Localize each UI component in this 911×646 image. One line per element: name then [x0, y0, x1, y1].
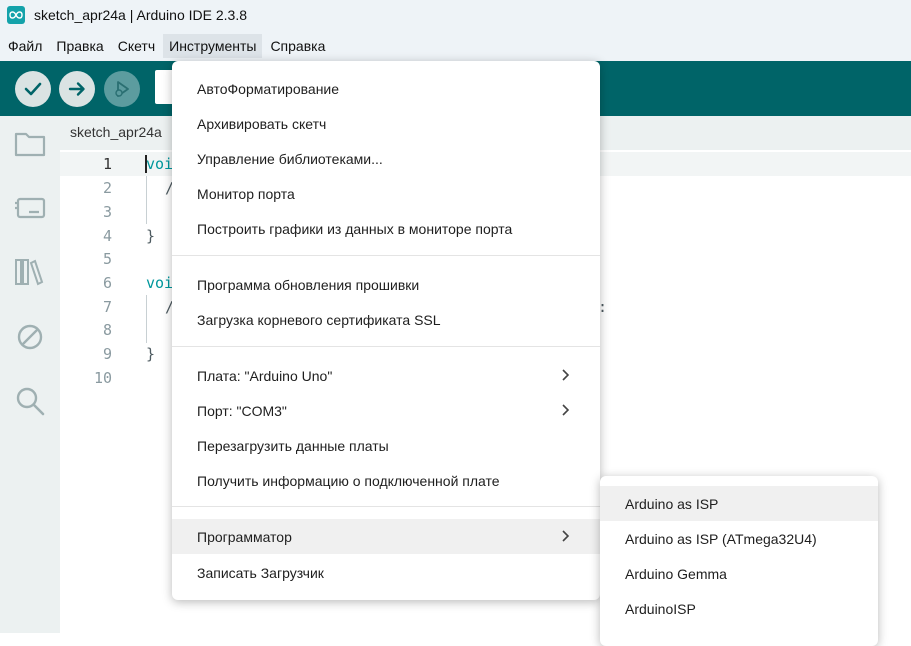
line-number: 10 — [93, 369, 112, 387]
menu-item-manage-libraries[interactable]: Управление библиотеками... — [172, 141, 600, 176]
menu-item-label: Загрузка корневого сертификата SSL — [197, 311, 441, 328]
submenu-item-arduinoisp[interactable]: ArduinoISP — [600, 591, 878, 626]
menu-item-serial-plotter[interactable]: Построить графики из данных в мониторе п… — [172, 211, 600, 246]
menu-item-label: Управление библиотеками... — [197, 150, 383, 167]
checkmark-icon — [24, 82, 42, 96]
menu-item-label: Порт: "COM3" — [197, 402, 287, 419]
menu-separator — [172, 255, 600, 256]
menu-help[interactable]: Справка — [264, 34, 331, 58]
menu-item-label: Монитор порта — [197, 185, 295, 202]
submenu-item-arduino-as-isp-atmega32u4[interactable]: Arduino as ISP (ATmega32U4) — [600, 521, 878, 556]
tools-menu: АвтоФорматирование Архивировать скетч Уп… — [172, 61, 600, 600]
menu-separator — [172, 346, 600, 347]
window-title: sketch_apr24a | Arduino IDE 2.3.8 — [34, 7, 247, 23]
indent-guide — [146, 295, 147, 343]
tab-sketch[interactable]: sketch_apr24a — [70, 124, 162, 140]
line-number: 6 — [102, 274, 112, 292]
menu-item-label: Архивировать скетч — [197, 115, 327, 132]
verify-button[interactable] — [15, 71, 51, 107]
menu-file[interactable]: Файл — [2, 34, 48, 58]
menu-item-get-board-info[interactable]: Получить информацию о подключенной плате — [172, 463, 600, 498]
folder-icon[interactable] — [13, 126, 47, 160]
menu-item-port[interactable]: Порт: "COM3" — [172, 393, 600, 428]
code-line-4: } — [146, 227, 156, 245]
menu-item-label: Программатор — [197, 528, 292, 545]
menu-tools[interactable]: Инструменты — [163, 33, 263, 58]
library-icon[interactable] — [13, 254, 47, 288]
search-icon[interactable] — [13, 384, 47, 418]
menu-edit[interactable]: Правка — [50, 34, 109, 58]
arrow-right-icon — [68, 82, 85, 96]
submenu-item-label: Arduino Gemma — [625, 565, 727, 582]
menu-item-firmware-updater[interactable]: Программа обновления прошивки — [172, 267, 600, 302]
menu-sketch[interactable]: Скетч — [112, 34, 161, 58]
submenu-item-label: ArduinoISP — [625, 600, 696, 617]
submenu-item-arduino-as-isp[interactable]: Arduino as ISP — [600, 486, 878, 521]
upload-button[interactable] — [59, 71, 95, 107]
menu-item-label: Получить информацию о подключенной плате — [197, 472, 500, 489]
line-number: 8 — [102, 321, 112, 339]
menu-item-programmer[interactable]: Программатор — [172, 519, 600, 554]
menu-item-label: Записать Загрузчик — [197, 564, 324, 581]
menu-item-label: АвтоФорматирование — [197, 80, 340, 97]
menu-item-label: Плата: "Arduino Uno" — [197, 367, 333, 384]
menu-item-reload-board-data[interactable]: Перезагрузить данные платы — [172, 428, 600, 463]
menu-item-serial-monitor[interactable]: Монитор порта — [172, 176, 600, 211]
chevron-right-icon — [562, 404, 570, 416]
chevron-right-icon — [562, 530, 570, 542]
debug-disabled-icon[interactable] — [13, 320, 47, 354]
line-number: 9 — [102, 345, 112, 363]
submenu-item-label: Arduino as ISP (ATmega32U4) — [625, 530, 817, 547]
line-number: 3 — [102, 203, 112, 221]
indent-guide — [146, 176, 147, 224]
line-number: 4 — [102, 227, 112, 245]
arduino-logo-icon — [7, 6, 25, 24]
programmer-submenu: Arduino as ISP Arduino as ISP (ATmega32U… — [600, 476, 878, 646]
line-number: 5 — [102, 250, 112, 268]
menu-item-ssl-certificate[interactable]: Загрузка корневого сертификата SSL — [172, 302, 600, 337]
menu-separator — [172, 506, 600, 507]
menu-item-label: Перезагрузить данные платы — [197, 437, 389, 454]
code-line-1: voi — [146, 155, 174, 173]
submenu-item-label: Arduino as ISP — [625, 495, 719, 512]
menu-item-autoformat[interactable]: АвтоФорматирование — [172, 71, 600, 106]
line-number: 7 — [102, 298, 112, 316]
line-number: 1 — [102, 155, 112, 173]
menu-bar: Файл Правка Скетч Инструменты Справка — [0, 30, 911, 61]
menu-item-label: Построить графики из данных в мониторе п… — [197, 220, 513, 237]
debug-icon — [115, 81, 129, 97]
menu-item-label: Программа обновления прошивки — [197, 276, 420, 293]
code-line-9: } — [146, 345, 156, 363]
menu-item-burn-bootloader[interactable]: Записать Загрузчик — [172, 555, 600, 590]
menu-item-board[interactable]: Плата: "Arduino Uno" — [172, 358, 600, 393]
chevron-right-icon — [562, 369, 570, 381]
submenu-item-arduino-gemma[interactable]: Arduino Gemma — [600, 556, 878, 591]
menu-item-archive-sketch[interactable]: Архивировать скетч — [172, 106, 600, 141]
title-bar: sketch_apr24a | Arduino IDE 2.3.8 — [0, 0, 911, 30]
debug-button[interactable] — [104, 71, 140, 107]
line-number: 2 — [102, 179, 112, 197]
board-icon[interactable] — [13, 190, 47, 224]
code-line-6: voi — [146, 274, 174, 292]
